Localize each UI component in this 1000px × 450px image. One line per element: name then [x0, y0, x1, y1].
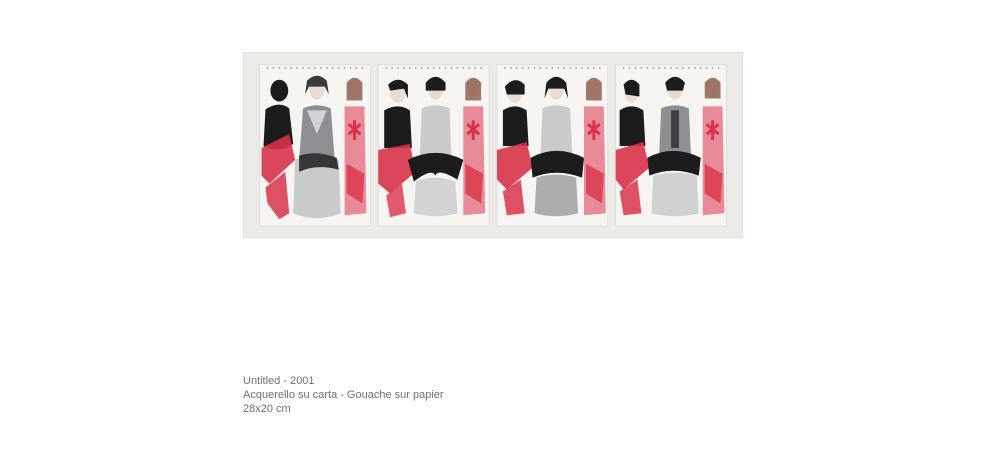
artwork-caption: Untitled - 2001 Acquerello su carta - Go…: [243, 374, 643, 416]
artwork-image[interactable]: [243, 52, 743, 238]
artwork-dimensions: 28x20 cm: [243, 403, 291, 415]
artwork-panel-3: [496, 64, 609, 227]
artwork-medium: Acquerello su carta - Gouache sur papier: [243, 389, 444, 401]
artwork-painting: [245, 53, 741, 237]
artwork-panel-2: [377, 64, 490, 227]
artwork-panel-1: [259, 64, 371, 227]
artwork-panel-4: [615, 64, 727, 227]
artwork-title: Untitled - 2001: [243, 375, 315, 387]
